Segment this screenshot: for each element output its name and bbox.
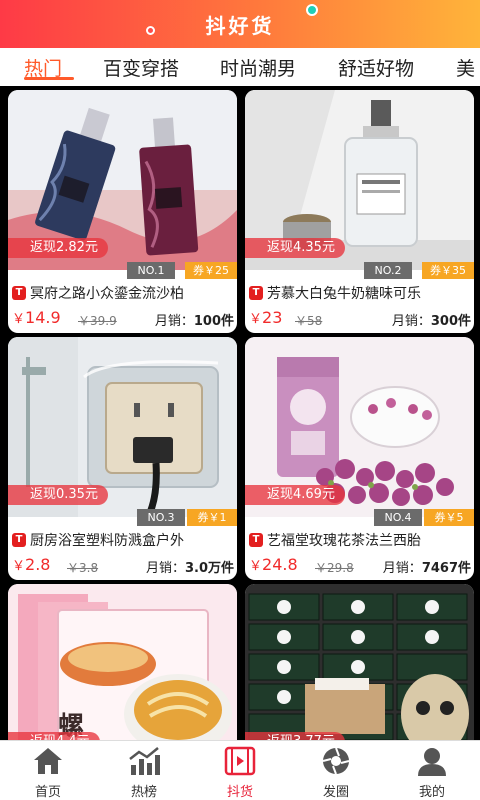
product-card[interactable]: 返现2.82元 NO.1 券￥25 T 冥府之路小众鎏金流沙柏 ￥14.9 ￥3… (8, 90, 237, 333)
tab-men-fashion[interactable]: 时尚潮男 (220, 54, 296, 81)
tab-beauty[interactable]: 美 (456, 54, 475, 81)
coupon-badge[interactable]: 券￥25 (185, 262, 237, 279)
tab-outfits[interactable]: 百变穿搭 (103, 54, 179, 81)
monthly-sales: 月销：100件 (154, 314, 234, 329)
nav-hot-list[interactable]: 热榜 (96, 741, 192, 800)
tab-indicator (24, 77, 74, 80)
price-row: ￥24.8 ￥29.8 月销：7467件 (249, 555, 471, 577)
nav-label: 我的 (418, 785, 445, 800)
product-name-row: T 芳慕大白兔牛奶糖味可乐 (249, 282, 473, 304)
tmall-icon: T (12, 533, 26, 547)
product-card[interactable]: 螺 返现4.4元 (8, 584, 237, 740)
cashback-badge: 返现4.35元 (245, 238, 345, 258)
price: ￥2.8 (12, 555, 51, 574)
aperture-icon (322, 747, 350, 775)
original-price: ￥3.8 (67, 561, 99, 575)
original-price: ￥29.8 (315, 561, 354, 575)
cashback-badge: 返现3.77元 (245, 732, 345, 740)
rank-badge: NO.4 (374, 509, 422, 526)
app-header: 抖好货 (0, 0, 480, 48)
product-card[interactable]: 返现4.69元 NO.4 券￥5 T 艺福堂玫瑰花茶法兰西胎 ￥24.8 ￥29… (245, 337, 474, 580)
nav-label: 抖货 (226, 785, 253, 800)
coupon-badge[interactable]: 券￥35 (422, 262, 474, 279)
product-name: 冥府之路小众鎏金流沙柏 (30, 286, 184, 302)
home-icon (34, 748, 62, 774)
product-grid[interactable]: 返现2.82元 NO.1 券￥25 T 冥府之路小众鎏金流沙柏 ￥14.9 ￥3… (0, 86, 480, 740)
product-card[interactable]: 返现0.35元 NO.3 券￥1 T 厨房浴室塑料防溅盒户外 ￥2.8 ￥3.8… (8, 337, 237, 580)
user-icon (418, 748, 446, 776)
category-tabs: 热门 百变穿搭 时尚潮男 舒适好物 美 (0, 48, 480, 86)
cashback-badge: 返现0.35元 (8, 485, 108, 505)
decor-dot (306, 4, 318, 16)
tab-comfort[interactable]: 舒适好物 (338, 54, 414, 81)
monthly-sales: 月销：300件 (391, 314, 471, 329)
nav-mine[interactable]: 我的 (384, 741, 480, 800)
video-icon (224, 746, 256, 776)
product-card[interactable]: 返现3.77元 (245, 584, 474, 740)
rank-badge: NO.2 (364, 262, 412, 279)
tmall-icon: T (249, 286, 263, 300)
nav-douhuo[interactable]: 抖货 (192, 741, 288, 800)
monthly-sales: 月销：3.0万件 (145, 561, 234, 576)
nav-label: 首页 (34, 785, 61, 800)
product-name: 芳慕大白兔牛奶糖味可乐 (267, 286, 421, 302)
price-row: ￥23 ￥58 月销：300件 (249, 308, 471, 330)
price-row: ￥14.9 ￥39.9 月销：100件 (12, 308, 234, 330)
rank-badge: NO.1 (127, 262, 175, 279)
tmall-icon: T (249, 533, 263, 547)
monthly-sales: 月销：7467件 (382, 561, 471, 576)
cashback-badge: 返现2.82元 (8, 238, 108, 258)
product-name: 艺福堂玫瑰花茶法兰西胎 (267, 533, 421, 549)
product-name: 厨房浴室塑料防溅盒户外 (30, 533, 184, 549)
product-name-row: T 艺福堂玫瑰花茶法兰西胎 (249, 529, 473, 551)
cashback-badge: 返现4.69元 (245, 485, 345, 505)
decor-dot (146, 26, 155, 35)
coupon-badge[interactable]: 券￥1 (187, 509, 237, 526)
chart-icon (129, 747, 160, 775)
price: ￥24.8 (249, 555, 298, 574)
original-price: ￥58 (295, 314, 323, 328)
coupon-badge[interactable]: 券￥5 (424, 509, 474, 526)
app-title: 抖好货 (205, 13, 275, 38)
product-image[interactable] (245, 584, 474, 740)
nav-home[interactable]: 首页 (0, 741, 96, 800)
tmall-icon: T (12, 286, 26, 300)
product-name-row: T 冥府之路小众鎏金流沙柏 (12, 282, 236, 304)
rank-badge: NO.3 (137, 509, 185, 526)
price: ￥14.9 (12, 308, 61, 327)
price: ￥23 (249, 308, 283, 327)
product-image[interactable]: 螺 (8, 584, 237, 740)
nav-label: 发圈 (322, 785, 349, 800)
nav-label: 热榜 (130, 785, 157, 800)
original-price: ￥39.9 (78, 314, 117, 328)
price-row: ￥2.8 ￥3.8 月销：3.0万件 (12, 555, 234, 577)
bottom-nav: 首页 热榜 抖货 发圈 我的 (0, 740, 480, 800)
nav-moments[interactable]: 发圈 (288, 741, 384, 800)
cashback-badge: 返现4.4元 (8, 732, 100, 740)
product-name-row: T 厨房浴室塑料防溅盒户外 (12, 529, 236, 551)
product-card[interactable]: 返现4.35元 NO.2 券￥35 T 芳慕大白兔牛奶糖味可乐 ￥23 ￥58 … (245, 90, 474, 333)
